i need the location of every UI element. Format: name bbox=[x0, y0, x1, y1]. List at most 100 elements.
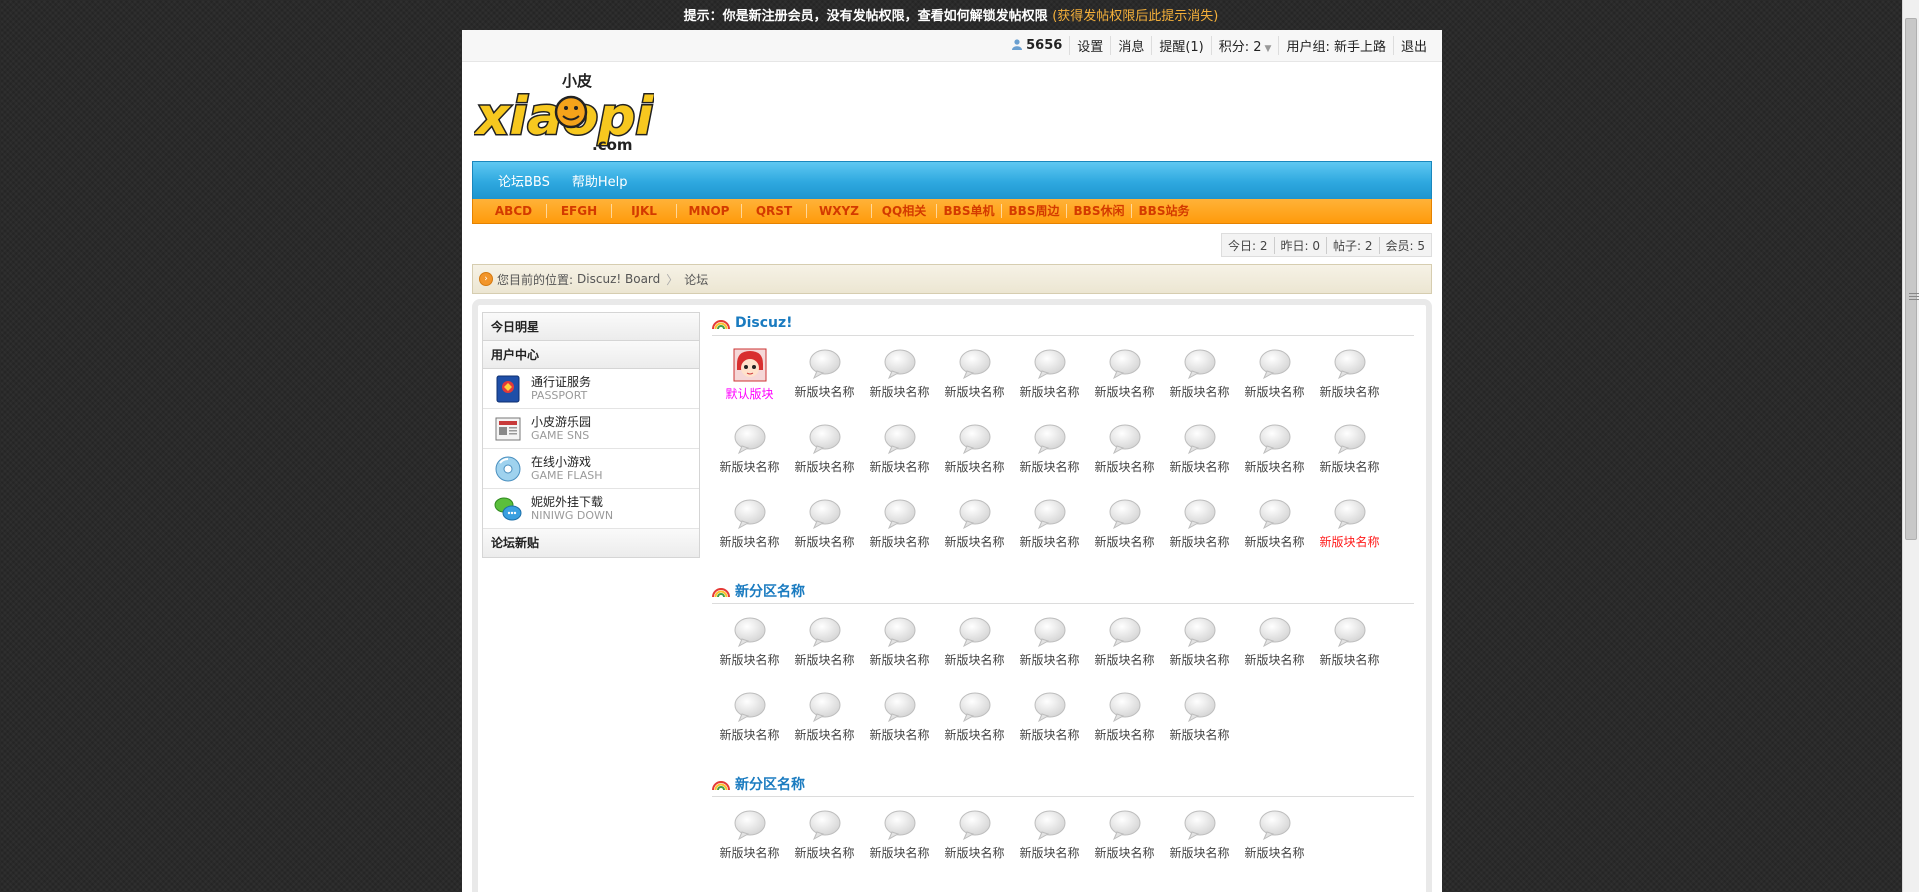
forum-name[interactable]: 新版块名称 bbox=[1087, 533, 1162, 550]
forum-name[interactable]: 新版块名称 bbox=[787, 458, 862, 475]
forum-name[interactable]: 新版块名称 bbox=[1012, 383, 1087, 400]
scrollbar-thumb[interactable] bbox=[1905, 18, 1919, 540]
subnav-item[interactable]: ABCD bbox=[481, 204, 546, 218]
forum-item[interactable]: 新版块名称 bbox=[937, 348, 1012, 423]
subnav-item[interactable]: EFGH bbox=[546, 204, 611, 218]
subnav-item[interactable]: BBS单机 bbox=[936, 204, 1001, 218]
forum-item[interactable]: 新版块名称 bbox=[862, 809, 937, 884]
forum-name[interactable]: 新版块名称 bbox=[1162, 651, 1237, 668]
sidebar-item[interactable]: 在线小游戏 GAME FLASH bbox=[483, 449, 699, 489]
forum-item[interactable]: 新版块名称 bbox=[937, 691, 1012, 766]
subnav-item[interactable]: BBS站务 bbox=[1131, 204, 1196, 218]
forum-item[interactable]: 新版块名称 bbox=[787, 809, 862, 884]
forum-name[interactable]: 新版块名称 bbox=[937, 651, 1012, 668]
forum-name[interactable]: 新版块名称 bbox=[1012, 533, 1087, 550]
forum-name[interactable]: 新版块名称 bbox=[862, 458, 937, 475]
vertical-scrollbar[interactable] bbox=[1902, 0, 1919, 892]
points-dropdown[interactable]: 积分: 2 ▼ bbox=[1210, 36, 1279, 55]
forum-name[interactable]: 新版块名称 bbox=[712, 533, 787, 550]
forum-name[interactable]: 新版块名称 bbox=[787, 383, 862, 400]
category-name[interactable]: Discuz! bbox=[735, 315, 793, 331]
forum-item[interactable]: 新版块名称 bbox=[1012, 423, 1087, 498]
forum-item[interactable]: 新版块名称 bbox=[1312, 423, 1387, 498]
user-info[interactable]: 5656 bbox=[1005, 38, 1069, 53]
forum-item[interactable]: 新版块名称 bbox=[1012, 809, 1087, 884]
forum-name[interactable]: 新版块名称 bbox=[1162, 383, 1237, 400]
forum-item[interactable]: 新版块名称 bbox=[1087, 498, 1162, 573]
sidebar-today-star[interactable]: 今日明星 bbox=[483, 313, 699, 341]
forum-item[interactable]: 默认版块 bbox=[712, 348, 787, 423]
forum-name[interactable]: 新版块名称 bbox=[712, 844, 787, 861]
xiaopi-logo[interactable]: 小皮 xiaopi .com bbox=[474, 68, 654, 158]
settings-link[interactable]: 设置 bbox=[1069, 36, 1110, 55]
forum-item[interactable]: 新版块名称 bbox=[1162, 498, 1237, 573]
forum-item[interactable]: 新版块名称 bbox=[1237, 616, 1312, 691]
forum-item[interactable]: 新版块名称 bbox=[1162, 809, 1237, 884]
forum-item[interactable]: 新版块名称 bbox=[937, 809, 1012, 884]
breadcrumb-board[interactable]: Discuz! Board bbox=[577, 272, 660, 286]
forum-name[interactable]: 新版块名称 bbox=[1087, 651, 1162, 668]
forum-item[interactable]: 新版块名称 bbox=[1162, 691, 1237, 766]
forum-name[interactable]: 新版块名称 bbox=[862, 533, 937, 550]
forum-item[interactable]: 新版块名称 bbox=[1162, 616, 1237, 691]
forum-name[interactable]: 新版块名称 bbox=[1162, 844, 1237, 861]
forum-item[interactable]: 新版块名称 bbox=[787, 498, 862, 573]
subnav-item[interactable]: BBS周边 bbox=[1001, 204, 1066, 218]
forum-item[interactable]: 新版块名称 bbox=[1237, 423, 1312, 498]
forum-item[interactable]: 新版块名称 bbox=[1312, 348, 1387, 423]
forum-name[interactable]: 新版块名称 bbox=[1237, 383, 1312, 400]
forum-item[interactable]: 新版块名称 bbox=[937, 498, 1012, 573]
sidebar-item[interactable]: 通行证服务 PASSPORT bbox=[483, 369, 699, 409]
forum-item[interactable]: 新版块名称 bbox=[1012, 498, 1087, 573]
forum-name[interactable]: 新版块名称 bbox=[1087, 458, 1162, 475]
forum-item[interactable]: 新版块名称 bbox=[1087, 809, 1162, 884]
forum-name[interactable]: 新版块名称 bbox=[712, 458, 787, 475]
forum-item[interactable]: 新版块名称 bbox=[1087, 348, 1162, 423]
subnav-item[interactable]: BBS休闲 bbox=[1066, 204, 1131, 218]
forum-name[interactable]: 新版块名称 bbox=[1162, 458, 1237, 475]
forum-name[interactable]: 新版块名称 bbox=[862, 651, 937, 668]
forum-name[interactable]: 新版块名称 bbox=[1312, 383, 1387, 400]
subnav-item[interactable]: MNOP bbox=[676, 204, 741, 218]
forum-name[interactable]: 新版块名称 bbox=[1162, 726, 1237, 743]
forum-name[interactable]: 新版块名称 bbox=[1012, 651, 1087, 668]
forum-name[interactable]: 新版块名称 bbox=[937, 383, 1012, 400]
forum-name[interactable]: 新版块名称 bbox=[1237, 533, 1312, 550]
forum-item[interactable]: 新版块名称 bbox=[787, 691, 862, 766]
forum-name[interactable]: 新版块名称 bbox=[1012, 458, 1087, 475]
category-name[interactable]: 新分区名称 bbox=[735, 774, 805, 794]
forum-item[interactable]: 新版块名称 bbox=[937, 616, 1012, 691]
forum-name[interactable]: 默认版块 bbox=[712, 385, 787, 402]
forum-name[interactable]: 新版块名称 bbox=[1237, 651, 1312, 668]
forum-item[interactable]: 新版块名称 bbox=[787, 616, 862, 691]
forum-item[interactable]: 新版块名称 bbox=[937, 423, 1012, 498]
forum-name[interactable]: 新版块名称 bbox=[937, 726, 1012, 743]
forum-name[interactable]: 新版块名称 bbox=[937, 533, 1012, 550]
forum-item[interactable]: 新版块名称 bbox=[1087, 423, 1162, 498]
forum-item[interactable]: 新版块名称 bbox=[1012, 691, 1087, 766]
forum-name[interactable]: 新版块名称 bbox=[1087, 844, 1162, 861]
logout-link[interactable]: 退出 bbox=[1392, 36, 1434, 55]
forum-name[interactable]: 新版块名称 bbox=[712, 651, 787, 668]
reminder-link[interactable]: 提醒(1) bbox=[1151, 36, 1210, 55]
forum-name[interactable]: 新版块名称 bbox=[937, 844, 1012, 861]
forum-name[interactable]: 新版块名称 bbox=[787, 726, 862, 743]
forum-item[interactable]: 新版块名称 bbox=[1087, 616, 1162, 691]
forum-name[interactable]: 新版块名称 bbox=[787, 844, 862, 861]
subnav-item[interactable]: WXYZ bbox=[806, 204, 871, 218]
subnav-item[interactable]: QQ相关 bbox=[871, 204, 936, 218]
messages-link[interactable]: 消息 bbox=[1110, 36, 1151, 55]
forum-name[interactable]: 新版块名称 bbox=[1012, 726, 1087, 743]
forum-item[interactable]: 新版块名称 bbox=[1237, 809, 1312, 884]
forum-item[interactable]: 新版块名称 bbox=[862, 348, 937, 423]
forum-name[interactable]: 新版块名称 bbox=[862, 726, 937, 743]
sidebar-user-center[interactable]: 用户中心 bbox=[483, 341, 699, 369]
forum-item[interactable]: 新版块名称 bbox=[712, 809, 787, 884]
forum-name[interactable]: 新版块名称 bbox=[1162, 533, 1237, 550]
forum-name[interactable]: 新版块名称 bbox=[1237, 458, 1312, 475]
sidebar-item[interactable]: 小皮游乐园 GAME SNS bbox=[483, 409, 699, 449]
forum-name[interactable]: 新版块名称 bbox=[712, 726, 787, 743]
notice-text[interactable]: 提示：你是新注册会员，没有发帖权限，查看如何解锁发帖权限 bbox=[684, 9, 1048, 24]
forum-item[interactable]: 新版块名称 bbox=[1012, 616, 1087, 691]
forum-item[interactable]: 新版块名称 bbox=[1012, 348, 1087, 423]
